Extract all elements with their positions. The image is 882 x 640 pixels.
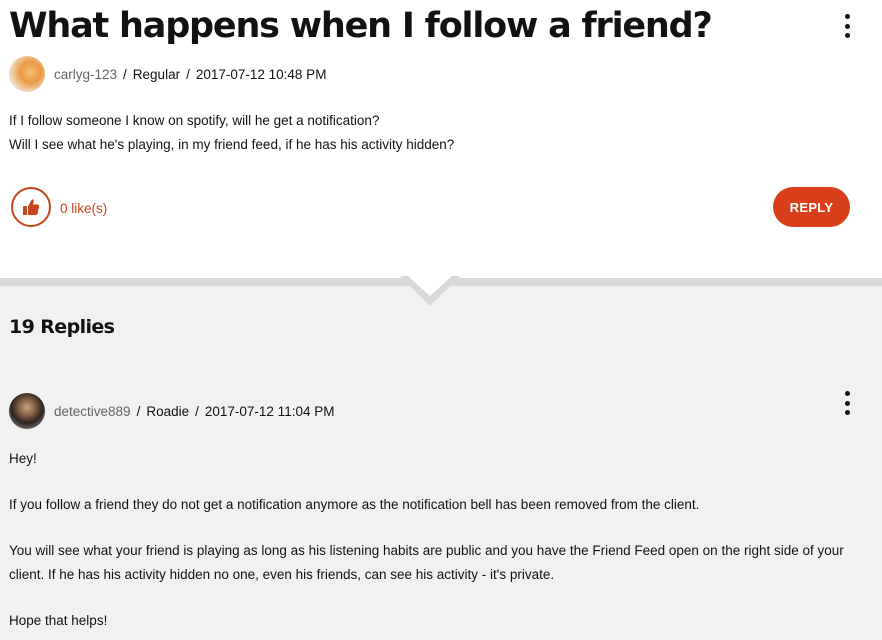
meta-separator: / [186,66,190,82]
reply-more-options-icon[interactable] [843,391,851,415]
original-post: What happens when I follow a friend? car… [0,0,882,278]
avatar[interactable] [9,56,45,92]
post-author-rank: Regular [132,66,181,82]
reply-body: Hey! If you follow a friend they do not … [9,447,869,640]
post-meta: carlyg-123 / Regular / 2017-07-12 10:48 … [9,56,326,92]
post-more-options-icon[interactable] [843,14,851,38]
likes-count[interactable]: 0 like(s) [60,201,107,216]
reply-author-rank: Roadie [146,403,190,419]
post-author-username[interactable]: carlyg-123 [54,67,117,82]
dot [844,410,850,415]
post-body: If I follow someone I know on spotify, w… [9,109,869,157]
reply-button[interactable]: REPLY [773,187,850,227]
avatar[interactable] [9,393,45,429]
post-body-line: If I follow someone I know on spotify, w… [9,113,380,128]
dot [844,400,850,406]
page-title: What happens when I follow a friend? [9,6,713,46]
post-timestamp: 2017-07-12 10:48 PM [195,66,327,82]
reply-paragraph: If you follow a friend they do not get a… [9,497,700,512]
replies-heading: 19 Replies [9,316,115,338]
dot [844,14,850,19]
reply-timestamp: 2017-07-12 11:04 PM [204,403,335,419]
dot [844,23,850,29]
reply-paragraph: Hey! [9,451,37,466]
post-body-line: Will I see what he's playing, in my frie… [9,137,455,152]
reply-paragraph: You will see what your friend is playing… [9,543,844,582]
meta-separator: / [123,66,127,82]
meta-separator: / [136,403,141,419]
thumbs-up-icon [23,199,40,215]
like-button[interactable] [11,187,51,227]
reply-author-username[interactable]: detective889 [54,404,131,419]
reply-meta: detective889 / Roadie / 2017-07-12 11:04… [9,393,334,429]
reply-paragraph: Hope that helps! [9,613,108,628]
dot [844,391,850,396]
dot [844,33,850,38]
meta-separator: / [195,403,199,419]
